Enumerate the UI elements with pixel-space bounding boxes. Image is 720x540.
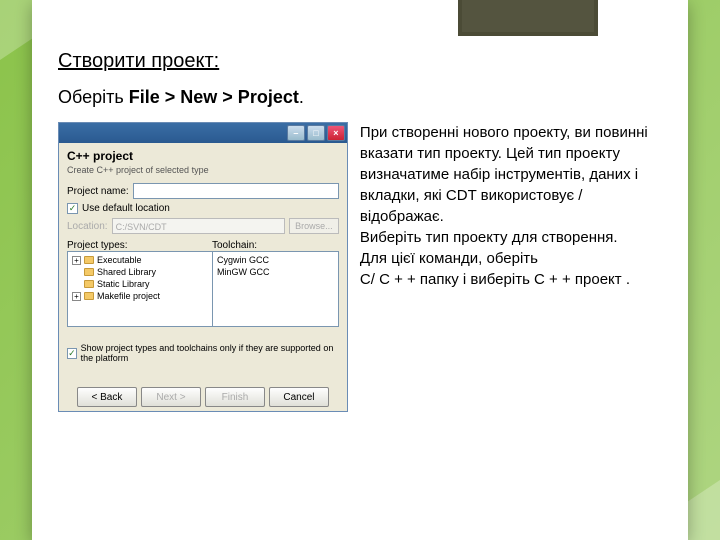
dialog-titlebar: – □ ×	[59, 123, 347, 143]
slide-paper: Створити проект: Оберіть File > New > Pr…	[32, 0, 688, 540]
toolchain-item[interactable]: MinGW GCC	[217, 266, 334, 278]
explain-line: Для цієї команди, оберіть	[360, 248, 662, 269]
expander-icon[interactable]: +	[72, 292, 81, 301]
subheading-part1: Оберіть	[58, 87, 129, 107]
toolchain-item[interactable]: Cygwin GCC	[217, 254, 334, 266]
project-types-label: Project types:	[67, 240, 212, 251]
explain-line: С/ C + + папку і виберіть C + + проект .	[360, 269, 662, 290]
subheading-part2: .	[299, 87, 304, 107]
maximize-button[interactable]: □	[307, 125, 325, 141]
corner-tab	[458, 0, 598, 36]
minimize-button[interactable]: –	[287, 125, 305, 141]
project-name-label: Project name:	[67, 186, 129, 197]
slide-heading: Створити проект:	[58, 50, 662, 73]
tree-label: Executable	[97, 255, 142, 265]
expander-icon[interactable]: +	[72, 256, 81, 265]
folder-icon	[84, 268, 94, 276]
show-supported-checkbox[interactable]: ✓	[67, 348, 77, 359]
explain-line: вкладки, які CDT використовує / відображ…	[360, 185, 662, 227]
explanation-text: При створенні нового проекту, ви повинні…	[360, 122, 662, 290]
use-default-checkbox[interactable]: ✓	[67, 203, 78, 214]
toolchain-label: Toolchain:	[212, 240, 257, 251]
toolchain-panel[interactable]: Cygwin GCC MinGW GCC	[213, 252, 338, 326]
tree-item-executable[interactable]: + Executable	[72, 254, 208, 266]
slide-subheading: Оберіть File > New > Project.	[58, 87, 662, 108]
explain-line: Виберіть тип проекту для створення.	[360, 227, 662, 248]
tree-label: Static Library	[97, 279, 150, 289]
project-name-input[interactable]	[133, 183, 339, 199]
explain-line: При створенні нового проекту, ви повинні	[360, 122, 662, 143]
location-label: Location:	[67, 221, 108, 232]
tree-item-makefile[interactable]: + Makefile project	[72, 290, 208, 302]
wizard-dialog: – □ × C++ project Create C++ project of …	[58, 122, 348, 412]
folder-icon	[84, 292, 94, 300]
close-button[interactable]: ×	[327, 125, 345, 141]
dialog-subtitle: Create C++ project of selected type	[67, 165, 339, 175]
tree-label: Shared Library	[97, 267, 156, 277]
explain-line: визначатиме набір інструментів, даних і	[360, 164, 662, 185]
toolchain-label: MinGW GCC	[217, 267, 270, 277]
browse-button: Browse...	[289, 218, 339, 234]
tree-item-shared-library[interactable]: Shared Library	[72, 266, 208, 278]
project-types-panel[interactable]: + Executable Shared Library Static Libra…	[68, 252, 213, 326]
location-input: C:/SVN/CDT	[112, 218, 285, 234]
explain-line: вказати тип проекту. Цей тип проекту	[360, 143, 662, 164]
use-default-label: Use default location	[82, 203, 170, 214]
show-supported-label: Show project types and toolchains only i…	[81, 343, 339, 363]
next-button: Next >	[141, 387, 201, 407]
folder-icon	[84, 256, 94, 264]
back-button[interactable]: < Back	[77, 387, 137, 407]
subheading-bold: File > New > Project	[129, 87, 299, 107]
folder-icon	[84, 280, 94, 288]
toolchain-label: Cygwin GCC	[217, 255, 269, 265]
tree-item-static-library[interactable]: Static Library	[72, 278, 208, 290]
cancel-button[interactable]: Cancel	[269, 387, 329, 407]
dialog-title: C++ project	[67, 149, 339, 163]
tree-label: Makefile project	[97, 291, 160, 301]
finish-button: Finish	[205, 387, 265, 407]
